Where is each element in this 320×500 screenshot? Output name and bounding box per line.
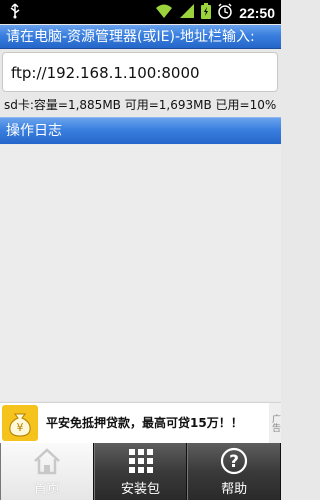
tab-home-label: 首页: [33, 482, 60, 497]
tab-home[interactable]: 首页: [0, 443, 94, 500]
tab-install-packages-label: 安装包: [121, 482, 161, 497]
home-icon: [32, 447, 62, 479]
help-icon: ?: [220, 447, 248, 479]
address-hint-header: 请在电脑-资源管理器(或IE)-地址栏输入:: [0, 25, 281, 49]
ad-banner[interactable]: ¥ 平安免抵押贷款，最高可贷15万！！ 广告: [0, 402, 281, 443]
bottom-tab-bar: 首页 安装包 ? 帮助: [0, 443, 282, 500]
sd-card-info: sd卡:容量=1,885MB 可用=1,693MB 已用=10%: [4, 98, 277, 112]
battery-icon: [201, 3, 212, 23]
ftp-address-field[interactable]: ftp://192.168.1.100:8000: [2, 52, 278, 92]
ad-text[interactable]: 平安免抵押贷款，最高可贷15万！！: [46, 403, 243, 443]
status-time: 22:50: [239, 5, 275, 21]
ad-tag-label: 广告: [270, 414, 280, 432]
status-bar: 22:50: [0, 0, 281, 24]
grid-icon: [127, 447, 155, 479]
tab-help[interactable]: ? 帮助: [187, 443, 282, 500]
signal-icon: [179, 3, 195, 23]
ad-tag: 广告: [269, 403, 281, 443]
money-bag-icon: ¥: [2, 405, 38, 441]
operation-log-area: [0, 145, 281, 401]
usb-icon: [8, 3, 22, 23]
tab-install-packages[interactable]: 安装包: [93, 443, 188, 500]
operation-log-header: 操作日志: [0, 117, 281, 144]
svg-text:?: ?: [229, 452, 239, 472]
svg-text:¥: ¥: [17, 421, 24, 434]
tab-help-label: 帮助: [221, 482, 248, 497]
alarm-icon: [217, 3, 233, 23]
wifi-icon: [155, 3, 173, 23]
